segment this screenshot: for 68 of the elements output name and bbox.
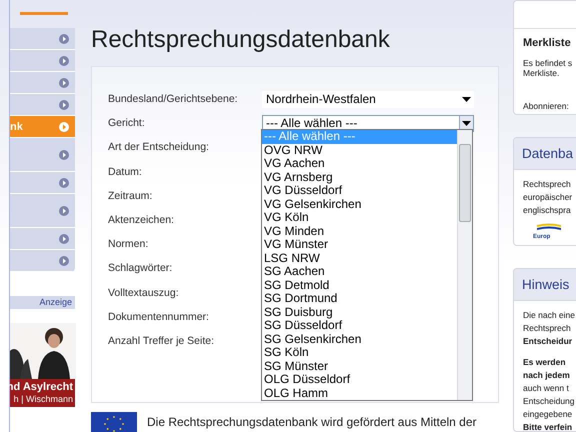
card-text: Bitte verfein (523, 420, 574, 431)
card-text: Merkliste. (523, 68, 560, 78)
nav-item[interactable] (10, 94, 75, 116)
field-label: Bundesland/Gerichtsebene: (108, 93, 239, 106)
card-text: auch wenn t (523, 382, 570, 395)
dropdown-option[interactable]: VG Minden (262, 224, 457, 238)
caret-icon (462, 96, 471, 102)
nav-item[interactable] (10, 138, 75, 172)
select-field[interactable]: Nordrhein-Westfalen (262, 90, 474, 108)
field-label: Schlagwörter: (108, 262, 174, 274)
caret-icon (462, 120, 471, 126)
card-title: Datenba (514, 138, 576, 170)
logo-icon (537, 222, 561, 231)
field-label: Anzahl Treffer je Seite: (108, 334, 216, 347)
card-text: Entscheidung (523, 394, 575, 408)
field-label: Gericht: (108, 117, 146, 130)
field-label: Art der Entscheidung: (108, 141, 210, 154)
card-title: Merkliste (523, 37, 572, 50)
dropdown-option[interactable]: SG Aachen (262, 265, 457, 278)
card-text: Es befindet s (523, 58, 574, 68)
page-title: Rechtsprechungsdatenbank (91, 26, 391, 54)
card-text: Rechtsprech (523, 322, 572, 335)
nav-item[interactable] (10, 28, 75, 50)
nav-item[interactable] (10, 72, 75, 94)
nav-item[interactable] (10, 172, 75, 194)
nav-item[interactable] (10, 250, 75, 272)
eu-flag-icon (91, 412, 137, 432)
field-label: Normen: (108, 238, 150, 250)
dropdown-option[interactable]: SG Dortmund (262, 292, 457, 306)
dropdown-option[interactable]: SG Duisburg (262, 306, 457, 319)
field-label: Zeitraum: (108, 190, 154, 202)
dropdown-option[interactable]: OLG Hamm (262, 386, 457, 400)
dropdown-option[interactable]: OVG NRW (262, 144, 457, 157)
dropdown-option[interactable]: LSG NRW (262, 252, 457, 265)
card-text: Es werden (523, 356, 567, 369)
dropdown-option[interactable]: SG Köln (262, 346, 457, 360)
card-text: nach jedem (523, 368, 571, 382)
card-text: Die nach eine (523, 308, 575, 322)
card-text: europäischer (523, 190, 574, 204)
nav-item[interactable] (10, 194, 75, 228)
scrollbar[interactable] (457, 130, 472, 400)
dropdown-option[interactable]: SG Münster (262, 360, 457, 373)
nav-item[interactable] (10, 50, 75, 72)
dropdown-option[interactable]: SG Detmold (262, 278, 457, 292)
field-label: Datum: (108, 166, 143, 178)
card-text: englischspra (523, 204, 572, 217)
field-label: Aktenzeichen: (108, 214, 175, 226)
dropdown-option[interactable]: VG Münster (262, 238, 457, 252)
funding-text: Die Rechtsprechungsdatenbank wird gefördert aus Mitteln der (147, 415, 477, 429)
field-label: Volltextauszug: (108, 286, 180, 299)
dropdown-option[interactable]: VG Düsseldorf (262, 184, 457, 198)
dropdown-option[interactable]: VG Köln (262, 211, 457, 224)
card-text: Rechtsprech (523, 178, 572, 191)
banner-text: h | Wischmann (14, 394, 73, 405)
accent-bar (20, 12, 68, 15)
nav-item[interactable] (10, 228, 75, 250)
ad-label: Anzeige (10, 296, 75, 309)
dropdown-option[interactable]: SG Düsseldorf (262, 319, 457, 332)
dropdown-option[interactable]: VG Aachen (262, 157, 457, 170)
card-title: Hinweis (514, 268, 576, 301)
dropdown-option[interactable]: OLG Düsseldorf (262, 373, 457, 386)
dropdown-option[interactable]: VG Gelsenkirchen (262, 198, 457, 211)
dropdown-option[interactable]: SG Gelsenkirchen (262, 332, 457, 346)
card-text: eingegebene (523, 408, 574, 421)
field-label: Dokumentennummer: (108, 310, 210, 323)
subscribe-label: Abonnieren: (523, 100, 570, 113)
card-text: Entscheidur (523, 334, 574, 348)
dropdown-option[interactable]: VG Arnsberg (262, 170, 457, 184)
